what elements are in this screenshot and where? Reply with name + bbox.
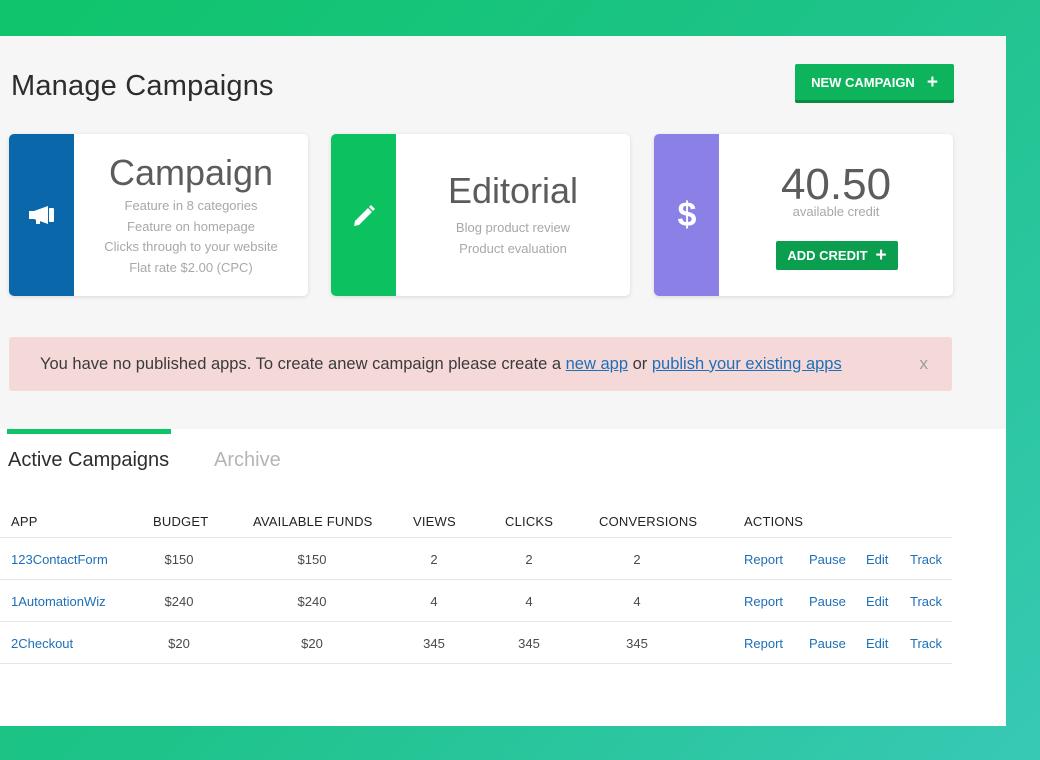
table-row: 1AutomationWiz $240 $240 4 4 4 Report Pa… (0, 580, 952, 622)
editorial-feature: Product evaluation (459, 240, 567, 256)
credit-card-body: 40.50 available credit ADD CREDIT + (719, 134, 953, 296)
header-app: APP (11, 514, 38, 529)
report-link[interactable]: Report (744, 594, 783, 609)
publish-apps-link[interactable]: publish your existing apps (652, 355, 842, 373)
dollar-icon: $ (676, 197, 698, 233)
funds-cell: $240 (297, 594, 327, 609)
clicks-cell: 345 (518, 636, 540, 651)
conversions-cell: 345 (626, 636, 648, 651)
editorial-card-features: Blog product review Product evaluation (396, 218, 630, 259)
pause-link[interactable]: Pause (809, 636, 846, 651)
add-credit-label: ADD CREDIT (787, 248, 868, 263)
credit-card: $ 40.50 available credit ADD CREDIT + (654, 134, 953, 296)
edit-link[interactable]: Edit (866, 552, 888, 567)
main-panel: Manage Campaigns NEW CAMPAIGN + Campaign (0, 36, 1006, 726)
tab-active-campaigns[interactable]: Active Campaigns (8, 449, 169, 472)
report-link[interactable]: Report (744, 636, 783, 651)
track-link[interactable]: Track (910, 552, 942, 567)
campaign-feature: Flat rate $2.00 (CPC) (129, 259, 253, 275)
table-row: 123ContactForm $150 $150 2 2 2 Report Pa… (0, 538, 952, 580)
budget-cell: $150 (164, 552, 194, 567)
megaphone-icon (28, 205, 56, 225)
add-credit-button[interactable]: ADD CREDIT + (776, 241, 898, 270)
no-apps-alert: You have no published apps. To create an… (9, 337, 952, 391)
app-link[interactable]: 1AutomationWiz (11, 594, 106, 609)
campaign-card-stripe (9, 134, 74, 296)
views-cell: 2 (430, 552, 438, 567)
campaign-card-features: Feature in 8 categories Feature on homep… (74, 196, 308, 278)
header-views: VIEWS (413, 514, 456, 529)
edit-link[interactable]: Edit (866, 636, 888, 651)
editorial-card-body: Editorial Blog product review Product ev… (396, 134, 630, 296)
funds-cell: $20 (301, 636, 323, 651)
track-link[interactable]: Track (910, 594, 942, 609)
conversions-cell: 4 (633, 594, 641, 609)
new-app-link[interactable]: new app (566, 355, 628, 373)
alert-text: You have no published apps. To create an… (40, 354, 566, 373)
campaign-tabs: Active Campaigns Archive (0, 429, 1006, 489)
svg-text:$: $ (677, 197, 696, 233)
campaign-feature: Clicks through to your website (104, 239, 278, 254)
header-available-funds: AVAILABLE FUNDS (253, 514, 373, 529)
header-actions: ACTIONS (744, 514, 804, 529)
header-budget: BUDGET (153, 514, 209, 529)
plus-icon: + (926, 71, 938, 93)
overview-area: Manage Campaigns NEW CAMPAIGN + Campaign (0, 36, 1006, 429)
credit-value: 40.50 (780, 160, 892, 209)
clicks-cell: 2 (525, 552, 533, 567)
pause-link[interactable]: Pause (809, 594, 846, 609)
plus-icon: + (875, 245, 887, 266)
campaign-card-title: Campaign (108, 152, 274, 193)
table-row: 2Checkout $20 $20 345 345 345 Report Pau… (0, 622, 952, 664)
campaigns-table: APP BUDGET AVAILABLE FUNDS VIEWS CLICKS … (0, 502, 952, 664)
credit-label: available credit (792, 204, 880, 219)
editorial-card[interactable]: Editorial Blog product review Product ev… (331, 134, 630, 296)
campaign-feature: Feature on homepage (127, 218, 255, 234)
new-campaign-label: NEW CAMPAIGN (811, 74, 915, 90)
alert-text: or (628, 354, 652, 373)
budget-cell: $240 (164, 594, 194, 609)
editorial-card-stripe (331, 134, 396, 296)
views-cell: 345 (423, 636, 445, 651)
campaign-feature: Feature in 8 categories (124, 198, 258, 213)
table-header: APP BUDGET AVAILABLE FUNDS VIEWS CLICKS … (0, 502, 952, 538)
pause-link[interactable]: Pause (809, 552, 846, 567)
page-title: Manage Campaigns (11, 70, 274, 102)
alert-message: You have no published apps. To create an… (40, 355, 842, 374)
campaign-card-body: Campaign Feature in 8 categories Feature… (74, 134, 308, 296)
edit-link[interactable]: Edit (866, 594, 888, 609)
app-link[interactable]: 2Checkout (11, 636, 73, 651)
conversions-cell: 2 (633, 552, 641, 567)
funds-cell: $150 (297, 552, 327, 567)
budget-cell: $20 (168, 636, 190, 651)
campaign-card[interactable]: Campaign Feature in 8 categories Feature… (9, 134, 308, 296)
new-campaign-button[interactable]: NEW CAMPAIGN + (795, 64, 954, 103)
report-link[interactable]: Report (744, 552, 783, 567)
header-conversions: CONVERSIONS (599, 514, 698, 529)
tab-archive[interactable]: Archive (214, 449, 281, 472)
close-icon[interactable]: x (920, 354, 929, 374)
editorial-feature: Blog product review (455, 220, 571, 235)
app-link[interactable]: 123ContactForm (11, 552, 108, 567)
editorial-card-title: Editorial (447, 170, 579, 211)
credit-card-stripe: $ (654, 134, 719, 296)
views-cell: 4 (430, 594, 438, 609)
pencil-icon (351, 202, 377, 228)
active-tab-indicator (7, 429, 171, 434)
clicks-cell: 4 (525, 594, 533, 609)
track-link[interactable]: Track (910, 636, 942, 651)
header-clicks: CLICKS (505, 514, 554, 529)
